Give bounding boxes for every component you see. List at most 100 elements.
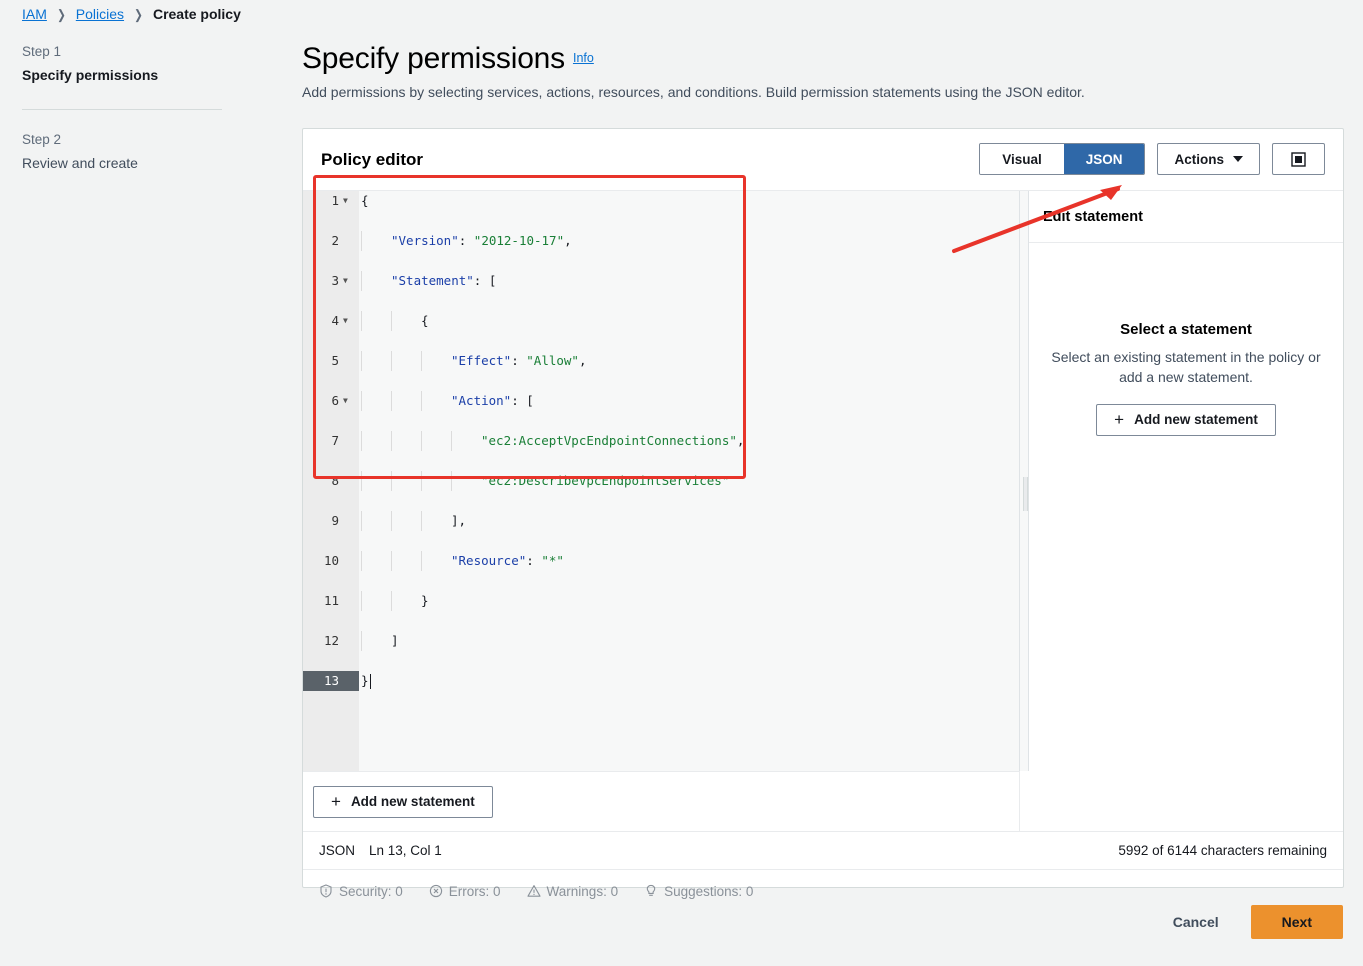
issue-errors-label: Errors: 0 [448, 883, 501, 899]
indent-guide [361, 471, 362, 491]
line-number: 6 [331, 393, 339, 408]
indent-guide [361, 391, 362, 411]
indent-guide [361, 271, 362, 291]
issue-warnings[interactable]: Warnings: 0 [526, 884, 618, 899]
chevron-right-icon: ❯ [134, 6, 143, 22]
issue-suggestions[interactable]: Suggestions: 0 [644, 884, 753, 899]
create-policy-page: IAM ❯ Policies ❯ Create policy Step 1 Sp… [0, 0, 1363, 966]
warning-triangle-icon [526, 885, 541, 897]
code-line[interactable]: 13} [303, 671, 1019, 691]
step-item-1[interactable]: Step 1 Specify permissions [22, 44, 222, 85]
code-line[interactable]: 11} [303, 591, 1019, 611]
indent-guide [361, 231, 362, 251]
code-text: "Action": [ [451, 393, 534, 408]
code-line[interactable]: 9], [303, 511, 1019, 531]
tab-json[interactable]: JSON [1063, 144, 1145, 174]
step-item-2[interactable]: Step 2 Review and create [22, 132, 222, 173]
indent-guide [391, 591, 392, 611]
policy-editor-card: Policy editor Visual JSON Actions 1 ▼ {… [302, 128, 1344, 899]
fold-arrow-icon[interactable]: ▼ [343, 311, 353, 331]
fold-arrow-icon[interactable]: ▼ [343, 191, 353, 211]
indent-guide [391, 471, 392, 491]
code-line[interactable]: 3 ▼ "Statement": [ [303, 271, 1019, 291]
cancel-button[interactable]: Cancel [1163, 908, 1229, 936]
editor-mode-toggle: Visual JSON [979, 143, 1146, 175]
code-text: } [421, 593, 429, 608]
indent-guide [391, 431, 392, 451]
edit-statement-title: Edit statement [1029, 191, 1343, 243]
code-line[interactable]: 4 ▼ { [303, 311, 1019, 331]
fullscreen-button[interactable] [1272, 143, 1325, 175]
plus-icon: + [1114, 410, 1125, 430]
json-code-editor[interactable]: 1 ▼ {2 "Version": "2012-10-17", 3 ▼ "Statement… [303, 191, 1019, 771]
add-new-statement-label: Add new statement [350, 794, 475, 809]
indent-guide [421, 511, 422, 531]
status-left: JSON Ln 13, Col 1 [319, 843, 442, 858]
step-1-kicker: Step 1 [22, 44, 62, 59]
add-new-statement-button[interactable]: + Add new statement [313, 785, 493, 818]
edit-statement-panel: Edit statement Select a statement Select… [1029, 191, 1343, 771]
breadcrumb: IAM ❯ Policies ❯ Create policy [22, 6, 241, 22]
status-language: JSON [319, 843, 356, 858]
wizard-footer-actions: Cancel Next [1163, 905, 1343, 939]
next-button[interactable]: Next [1250, 905, 1343, 939]
edit-statement-empty-state: Select a statement Select an existing st… [1029, 321, 1343, 436]
code-line[interactable]: 12] [303, 631, 1019, 651]
add-statement-row: + Add new statement [303, 771, 1343, 832]
info-link[interactable]: Info [573, 51, 594, 65]
code-text: "Version": "2012-10-17", [391, 233, 572, 248]
issue-errors[interactable]: Errors: 0 [429, 884, 501, 899]
code-line[interactable]: 6 ▼ "Action": [ [303, 391, 1019, 411]
chevron-right-icon: ❯ [56, 6, 66, 22]
actions-button[interactable]: Actions [1157, 143, 1260, 175]
indent-guide [451, 431, 452, 451]
indent-guide [391, 511, 392, 531]
empty-state-text: Select an existing statement in the poli… [1051, 349, 1321, 385]
page-heading: Specify permissions Info Add permissions … [302, 42, 1085, 100]
line-number: 7 [331, 433, 339, 448]
fold-arrow-icon[interactable]: ▼ [343, 271, 353, 291]
code-line[interactable]: 5 "Effect": "Allow", [303, 351, 1019, 371]
code-text: "Resource": "*" [451, 553, 564, 568]
fold-arrow-icon[interactable]: ▼ [343, 391, 353, 411]
step-1-title: Specify permissions [22, 67, 159, 83]
policy-editor-header: Policy editor Visual JSON Actions [303, 129, 1343, 191]
code-lines: 1 ▼ {2 "Version": "2012-10-17", 3 ▼ "Statement… [303, 191, 1019, 691]
code-line[interactable]: 1 ▼ { [303, 191, 1019, 211]
code-line[interactable]: 10 "Resource": "*" [303, 551, 1019, 571]
add-statement-row-filler [1019, 771, 1343, 831]
step-navigation: Step 1 Specify permissions Step 2 Review… [22, 44, 222, 173]
indent-guide [361, 591, 362, 611]
tab-visual[interactable]: Visual [980, 144, 1064, 174]
indent-guide [421, 431, 422, 451]
editor-status-bar: JSON Ln 13, Col 1 5992 of 6144 character… [303, 832, 1343, 870]
add-statement-row-left: + Add new statement [303, 771, 1019, 831]
chevron-down-icon [1233, 156, 1243, 162]
code-line[interactable]: 7 "ec2:AcceptVpcEndpointConnections", [303, 431, 1019, 451]
indent-guide [391, 391, 392, 411]
indent-guide [361, 551, 362, 571]
indent-guide [421, 351, 422, 371]
fullscreen-icon [1291, 151, 1306, 167]
line-number: 13 [303, 671, 359, 691]
status-character-count: 5992 of 6144 characters remaining [1118, 843, 1327, 858]
lightbulb-icon [646, 884, 656, 896]
line-number: 1 [331, 193, 339, 208]
editor-splitter[interactable] [1019, 191, 1029, 771]
add-new-statement-button-panel[interactable]: + Add new statement [1096, 403, 1276, 436]
code-text: "ec2:DescribeVpcEndpointServices" [481, 473, 730, 488]
code-text: "Statement": [ [391, 273, 497, 288]
breadcrumb-item-policies[interactable]: Policies [76, 6, 124, 22]
code-text: } [361, 673, 369, 688]
line-number: 3 [331, 273, 339, 288]
code-text: { [361, 193, 369, 208]
actions-button-label: Actions [1174, 151, 1224, 167]
code-line[interactable]: 8 "ec2:DescribeVpcEndpointServices" [303, 471, 1019, 491]
indent-guide [421, 471, 422, 491]
breadcrumb-item-iam[interactable]: IAM [22, 6, 47, 22]
plus-icon: + [331, 792, 341, 811]
code-line[interactable]: 2 "Version": "2012-10-17", [303, 231, 1019, 251]
issue-security[interactable]: Security: 0 [319, 884, 403, 899]
code-text: ], [451, 513, 467, 528]
step-divider [22, 109, 222, 110]
